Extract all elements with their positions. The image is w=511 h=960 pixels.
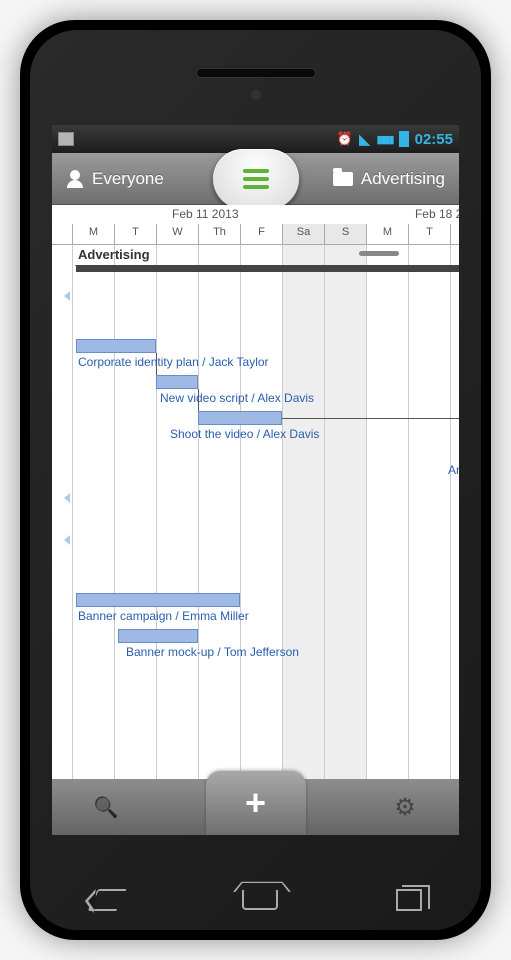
collapse-arrow-icon[interactable] [64,535,70,545]
day-header: F [240,224,282,244]
phone-frame: 02:55 Everyone Advertising Feb 11 2013 [20,20,491,940]
task-bar-corporate-identity[interactable] [76,339,156,353]
search-button[interactable] [92,793,120,821]
dependency-line [156,353,157,375]
task-label[interactable]: Corporate identity plan / Jack Taylor [78,355,269,369]
screen: 02:55 Everyone Advertising Feb 11 2013 [52,125,459,835]
day-header: Sa [282,224,324,244]
day-header: W [156,224,198,244]
dependency-line [198,389,199,411]
task-bar-video-script[interactable] [156,375,198,389]
gantt-chart[interactable]: Feb 11 2013 Feb 18 20 M T W Th F Sa S M … [52,205,459,779]
day-header: M [72,224,114,244]
task-bar-banner-campaign[interactable] [76,593,240,607]
clock: 02:55 [415,131,453,148]
person-icon [66,170,84,188]
front-camera [251,90,261,100]
folder-filter-label: Advertising [361,169,445,189]
task-label[interactable]: Banner campaign / Emma Miller [78,609,249,623]
day-header: S [324,224,366,244]
speaker [196,68,316,78]
week-label-1: Feb 11 2013 [172,207,239,221]
home-button[interactable] [242,890,278,910]
signal-icon [376,133,392,146]
collapse-arrow-icon[interactable] [64,493,70,503]
battery-icon [399,131,409,147]
folder-icon [333,172,353,186]
back-button[interactable] [89,889,125,911]
dependency-line [282,418,459,419]
day-header: M [366,224,408,244]
day-header: Th [198,224,240,244]
task-bar-banner-mockup[interactable] [118,629,198,643]
phone-bezel: 02:55 Everyone Advertising Feb 11 2013 [30,30,481,930]
day-header: T [114,224,156,244]
menu-button[interactable] [213,149,299,209]
day-header: W [450,224,459,244]
recent-apps-button[interactable] [396,889,422,911]
android-navbar [30,870,481,930]
hamburger-icon [243,169,269,189]
plus-icon: + [245,785,266,821]
week-label-2: Feb 18 20 [415,207,459,221]
app-toolbar: Everyone Advertising [52,153,459,205]
settings-button[interactable] [391,793,419,821]
task-label[interactable]: Banner mock-up / Tom Jefferson [126,645,299,659]
gantt-header: Feb 11 2013 Feb 18 20 M T W Th F Sa S M … [52,205,459,245]
task-label[interactable]: New video script / Alex Davis [160,391,314,405]
task-bar-shoot-video[interactable] [198,411,282,425]
summary-bar-advertising[interactable] [76,265,459,272]
image-notification-icon [58,132,74,146]
gantt-body[interactable]: Advertising Corporate identity plan / Ja… [52,245,459,779]
add-button[interactable]: + [206,771,306,835]
collapse-arrow-icon[interactable] [64,291,70,301]
people-filter-label: Everyone [92,169,164,189]
group-label[interactable]: Advertising [78,247,150,262]
task-label[interactable]: Shoot the video / Alex Davis [170,427,319,441]
day-header-row: M T W Th F Sa S M T W Th [52,224,459,244]
day-header: T [408,224,450,244]
wifi-icon [359,130,371,148]
scroll-indicator [359,251,399,256]
alarm-icon [337,131,353,147]
bottom-toolbar: + [52,779,459,835]
task-label[interactable]: Annual Con [448,463,459,477]
